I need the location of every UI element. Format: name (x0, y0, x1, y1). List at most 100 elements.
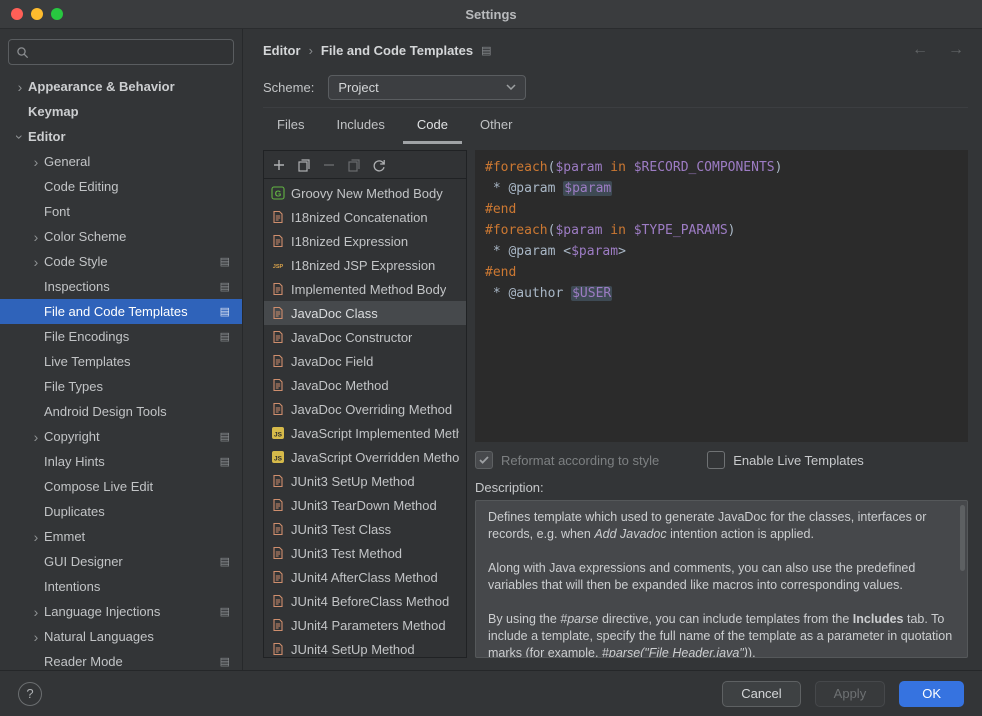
reset-to-default-button[interactable] (368, 154, 390, 176)
close-window-button[interactable] (11, 8, 23, 20)
template-item-junit4-setup-method[interactable]: JUnit4 SetUp Method (264, 637, 466, 657)
sidebar-item-keymap[interactable]: Keymap (0, 99, 242, 124)
template-item-javadoc-class[interactable]: JavaDoc Class (264, 301, 466, 325)
chevron-down-icon[interactable]: › (13, 129, 27, 145)
help-button[interactable]: ? (18, 682, 42, 706)
sidebar-item-label: Inspections (44, 279, 110, 294)
create-child-template-button[interactable] (293, 154, 315, 176)
ok-button[interactable]: OK (899, 681, 964, 707)
template-item-javascript-overridden-method[interactable]: JSJavaScript Overridden Method (264, 445, 466, 469)
minimize-window-button[interactable] (31, 8, 43, 20)
apply-button[interactable]: Apply (815, 681, 886, 707)
template-item-javadoc-method[interactable]: JavaDoc Method (264, 373, 466, 397)
duplicate-template-button[interactable] (343, 154, 365, 176)
chevron-right-icon[interactable]: › (28, 630, 44, 644)
per-project-settings-icon: ▤ (220, 330, 230, 343)
per-project-settings-icon: ▤ (220, 305, 230, 318)
sidebar-item-compose-live-edit[interactable]: Compose Live Edit (0, 474, 242, 499)
add-template-button[interactable] (268, 154, 290, 176)
template-item-label: JUnit3 TearDown Method (291, 498, 437, 513)
zoom-window-button[interactable] (51, 8, 63, 20)
tpl-file-icon (271, 234, 285, 248)
template-item-label: JavaDoc Overriding Method (291, 402, 452, 417)
template-item-implemented-method-body[interactable]: Implemented Method Body (264, 277, 466, 301)
settings-search-field[interactable] (8, 39, 234, 65)
sidebar-item-appearance-behavior[interactable]: ›Appearance & Behavior (0, 74, 242, 99)
sidebar-item-label: Intentions (44, 579, 100, 594)
sidebar-item-code-editing[interactable]: Code Editing (0, 174, 242, 199)
templates-content: GGroovy New Method Body I18nized Concaten… (263, 150, 968, 658)
titlebar: Settings (0, 0, 982, 29)
tab-code[interactable]: Code (403, 108, 462, 144)
code-line: #end (485, 262, 958, 283)
search-icon (16, 46, 29, 59)
back-button[interactable]: ← (912, 41, 928, 59)
sidebar-item-language-injections[interactable]: ›Language Injections▤ (0, 599, 242, 624)
template-item-i18nized-jsp-expression[interactable]: JSPI18nized JSP Expression (264, 253, 466, 277)
sidebar-item-font[interactable]: Font (0, 199, 242, 224)
chevron-right-icon[interactable]: › (28, 255, 44, 269)
template-item-groovy-new-method-body[interactable]: GGroovy New Method Body (264, 181, 466, 205)
sidebar-item-color-scheme[interactable]: ›Color Scheme (0, 224, 242, 249)
breadcrumb-editor[interactable]: Editor (263, 43, 301, 58)
description-scrollbar[interactable] (960, 505, 965, 571)
template-item-label: JUnit4 SetUp Method (291, 642, 415, 657)
sidebar-item-general[interactable]: ›General (0, 149, 242, 174)
template-item-label: JavaDoc Class (291, 306, 378, 321)
sidebar-item-file-and-code-templates[interactable]: File and Code Templates▤ (0, 299, 242, 324)
template-item-javadoc-constructor[interactable]: JavaDoc Constructor (264, 325, 466, 349)
template-item-label: I18nized Concatenation (291, 210, 428, 225)
forward-button[interactable]: → (948, 41, 964, 59)
sidebar-item-code-style[interactable]: ›Code Style▤ (0, 249, 242, 274)
template-item-javadoc-field[interactable]: JavaDoc Field (264, 349, 466, 373)
chevron-right-icon[interactable]: › (28, 605, 44, 619)
chevron-right-icon[interactable]: › (12, 80, 28, 94)
template-editor[interactable]: #foreach($param in $RECORD_COMPONENTS) *… (475, 150, 968, 442)
chevron-right-icon[interactable]: › (28, 230, 44, 244)
cancel-button[interactable]: Cancel (722, 681, 800, 707)
sidebar-item-gui-designer[interactable]: GUI Designer▤ (0, 549, 242, 574)
sidebar-item-copyright[interactable]: ›Copyright▤ (0, 424, 242, 449)
search-input[interactable] (34, 44, 226, 61)
reformat-label: Reformat according to style (501, 453, 659, 468)
template-item-junit3-test-method[interactable]: JUnit3 Test Method (264, 541, 466, 565)
tab-includes[interactable]: Includes (322, 108, 398, 144)
reformat-checkbox[interactable] (475, 451, 493, 469)
chevron-right-icon[interactable]: › (28, 530, 44, 544)
chevron-right-icon[interactable]: › (28, 430, 44, 444)
scheme-select[interactable]: Project (328, 75, 526, 100)
sidebar-item-file-encodings[interactable]: File Encodings▤ (0, 324, 242, 349)
sidebar-item-file-types[interactable]: File Types (0, 374, 242, 399)
sidebar-item-emmet[interactable]: ›Emmet (0, 524, 242, 549)
sidebar-item-natural-languages[interactable]: ›Natural Languages (0, 624, 242, 649)
template-item-javascript-implemented-method[interactable]: JSJavaScript Implemented Method (264, 421, 466, 445)
sidebar-item-editor[interactable]: ›Editor (0, 124, 242, 149)
template-item-junit3-test-class[interactable]: JUnit3 Test Class (264, 517, 466, 541)
per-project-settings-icon: ▤ (220, 655, 230, 668)
sidebar-item-intentions[interactable]: Intentions (0, 574, 242, 599)
remove-template-button[interactable] (318, 154, 340, 176)
sidebar-item-reader-mode[interactable]: Reader Mode▤ (0, 649, 242, 670)
template-item-junit3-teardown-method[interactable]: JUnit3 TearDown Method (264, 493, 466, 517)
tab-other[interactable]: Other (466, 108, 527, 144)
live-templates-label: Enable Live Templates (733, 453, 864, 468)
sidebar-item-android-design-tools[interactable]: Android Design Tools (0, 399, 242, 424)
template-item-label: Implemented Method Body (291, 282, 446, 297)
scheme-value: Project (338, 80, 378, 95)
template-item-junit3-setup-method[interactable]: JUnit3 SetUp Method (264, 469, 466, 493)
template-item-label: I18nized JSP Expression (291, 258, 435, 273)
template-item-javadoc-overriding-method[interactable]: JavaDoc Overriding Method (264, 397, 466, 421)
template-item-junit4-parameters-method[interactable]: JUnit4 Parameters Method (264, 613, 466, 637)
sidebar-item-live-templates[interactable]: Live Templates (0, 349, 242, 374)
sidebar-item-duplicates[interactable]: Duplicates (0, 499, 242, 524)
live-templates-checkbox[interactable] (707, 451, 725, 469)
sidebar-item-inlay-hints[interactable]: Inlay Hints▤ (0, 449, 242, 474)
template-item-junit4-afterclass-method[interactable]: JUnit4 AfterClass Method (264, 565, 466, 589)
template-item-i18nized-expression[interactable]: I18nized Expression (264, 229, 466, 253)
tpl-file-icon (271, 330, 285, 344)
template-item-i18nized-concatenation[interactable]: I18nized Concatenation (264, 205, 466, 229)
tab-files[interactable]: Files (263, 108, 318, 144)
sidebar-item-inspections[interactable]: Inspections▤ (0, 274, 242, 299)
template-item-junit4-beforeclass-method[interactable]: JUnit4 BeforeClass Method (264, 589, 466, 613)
chevron-right-icon[interactable]: › (28, 155, 44, 169)
